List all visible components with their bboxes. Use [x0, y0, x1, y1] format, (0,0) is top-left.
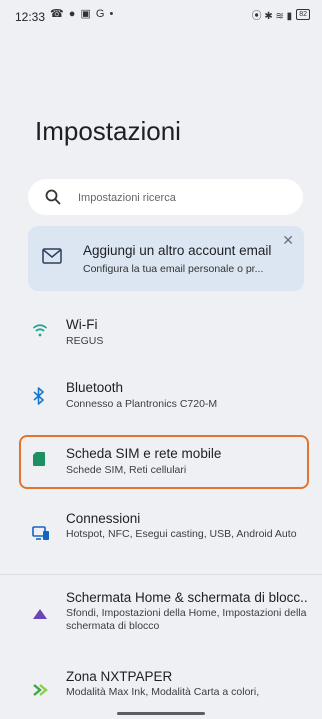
nxtpaper-icon — [33, 684, 48, 696]
settings-item-nxtpaper[interactable]: Zona NXTPAPER Modalità Max Ink, Modalità… — [0, 667, 322, 707]
item-subtitle: Hotspot, NFC, Esegui casting, USB, Andro… — [66, 528, 297, 540]
status-time: 12:33 — [15, 10, 46, 24]
signal-icons: ⦿ ✱ ≋ ▮ — [251, 11, 293, 22]
card-title: Aggiungi un altro account email — [83, 243, 272, 258]
item-subtitle: Schede SIM, Reti cellulari — [66, 464, 187, 476]
item-subtitle: Connesso a Plantronics C720-M — [66, 398, 218, 410]
search-icon — [45, 189, 61, 205]
item-title: Connessioni — [66, 511, 141, 526]
connections-icon — [32, 526, 49, 540]
search-input[interactable] — [76, 187, 290, 209]
item-subtitle: REGUS — [66, 335, 104, 347]
sim-icon — [33, 452, 45, 466]
home-screen-icon — [33, 609, 47, 619]
mail-icon — [42, 248, 62, 264]
add-email-account-card[interactable]: ✕ Aggiungi un altro account email Config… — [28, 226, 304, 291]
item-subtitle: Sfondi, Impostazioni della Home, Imposta… — [66, 607, 307, 632]
bluetooth-icon — [33, 387, 44, 405]
settings-item-connections[interactable]: Connessioni Hotspot, NFC, Esegui casting… — [0, 509, 322, 561]
page-title: Impostazioni — [35, 116, 181, 146]
battery-icon: 82 — [296, 9, 310, 20]
item-title: Scheda SIM e rete mobile — [66, 446, 222, 461]
item-title: Bluetooth — [66, 380, 124, 395]
card-subtitle: Configura la tua email personale o pr... — [83, 263, 264, 275]
settings-item-home-screen[interactable]: Schermata Home & schermata di blocc.. Sf… — [0, 588, 322, 640]
settings-item-sim[interactable]: Scheda SIM e rete mobile Schede SIM, Ret… — [0, 443, 322, 483]
item-subtitle: Modalità Max Ink, Modalità Carta a color… — [66, 686, 260, 698]
home-indicator[interactable] — [117, 712, 205, 715]
system-icons: ⦿ ✱ ≋ ▮ 82 — [252, 7, 310, 22]
status-bar: 12:33 ☎ ● ▣ G • ⦿ ✱ ≋ ▮ 82 — [0, 0, 322, 30]
item-title: Wi-Fi — [66, 317, 98, 332]
settings-item-wifi[interactable]: Wi-Fi REGUS — [0, 314, 322, 354]
section-divider — [0, 574, 322, 575]
wifi-icon — [32, 324, 48, 337]
notification-icons: ☎ ● ▣ G • — [50, 8, 115, 20]
item-title: Schermata Home & schermata di blocc.. — [66, 590, 308, 605]
close-icon[interactable]: ✕ — [282, 232, 294, 249]
search-bar[interactable] — [28, 179, 303, 215]
item-title: Zona NXTPAPER — [66, 669, 173, 684]
settings-item-bluetooth[interactable]: Bluetooth Connesso a Plantronics C720-M — [0, 377, 322, 417]
